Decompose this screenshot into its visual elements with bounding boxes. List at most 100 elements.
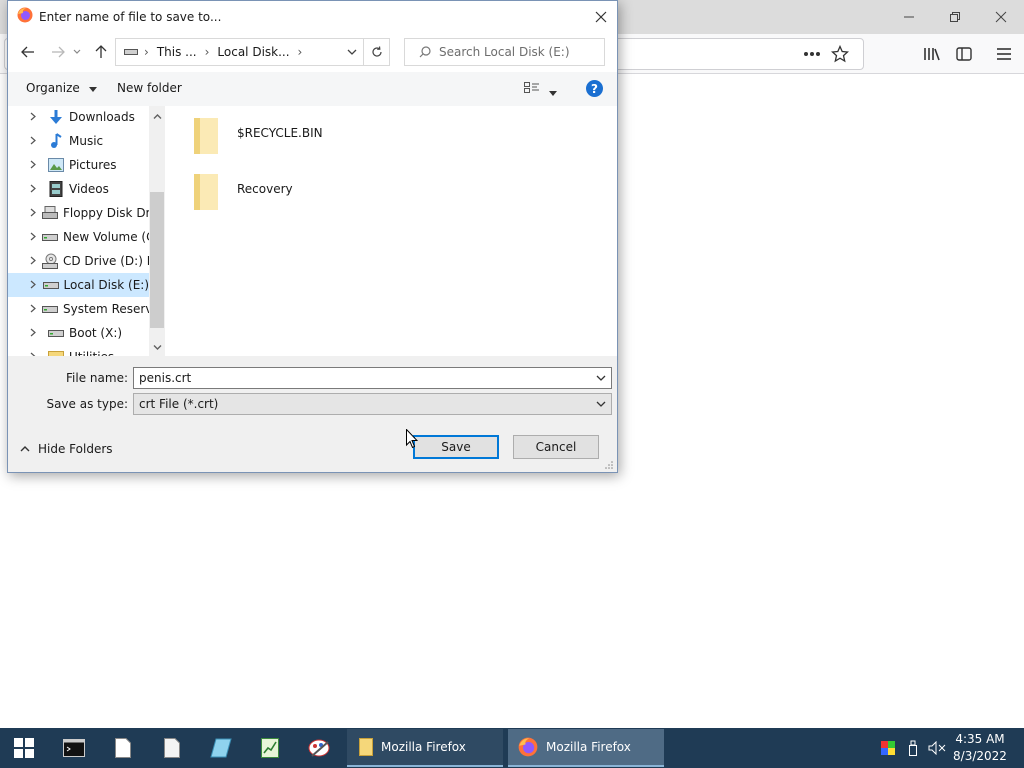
save-options: File name: penis.crt Save as type: crt F… <box>8 356 617 472</box>
usb-tray-icon[interactable] <box>903 728 923 768</box>
expand-chevron-icon[interactable] <box>30 327 42 340</box>
tree-item[interactable]: CD Drive (D:) H <box>8 249 149 273</box>
expand-chevron-icon[interactable] <box>30 159 42 172</box>
breadcrumb-local-disk[interactable]: Local Disk... <box>217 45 289 59</box>
pictures-icon <box>48 157 64 173</box>
breadcrumb-this-pc[interactable]: This ... <box>157 45 197 59</box>
folder-icon <box>48 349 64 356</box>
scroll-up-icon[interactable] <box>149 108 165 124</box>
file-item[interactable]: Recovery <box>190 172 293 220</box>
expand-chevron-icon[interactable] <box>30 111 42 124</box>
view-options-chevron-icon[interactable] <box>549 85 557 99</box>
file-name-value: penis.crt <box>139 371 192 385</box>
tree-item[interactable]: Music <box>8 129 149 153</box>
expand-chevron-icon[interactable] <box>30 135 42 148</box>
taskbar-clock[interactable]: 4:35 AM 8/3/2022 <box>950 731 1010 765</box>
forward-arrow-icon[interactable] <box>48 42 68 62</box>
expand-chevron-icon[interactable] <box>30 255 36 268</box>
document-icon[interactable] <box>99 728 147 768</box>
file-list: $RECYCLE.BIN Recovery <box>165 106 617 356</box>
expand-chevron-icon[interactable] <box>30 303 36 316</box>
resize-grip-icon[interactable] <box>605 460 614 469</box>
address-row: › This ... › Local Disk... › Search Loca… <box>8 32 617 72</box>
search-input[interactable]: Search Local Disk (E:) <box>404 38 605 66</box>
volume-muted-icon[interactable] <box>926 728 948 768</box>
paint-icon[interactable] <box>295 728 343 768</box>
change-view-button[interactable] <box>524 82 540 97</box>
chevron-down-icon <box>88 81 97 95</box>
up-arrow-icon[interactable] <box>91 42 111 62</box>
dialog-title: Enter name of file to save to... <box>39 9 222 24</box>
tree-item-label: Pictures <box>69 158 117 172</box>
drive-icon <box>42 229 58 245</box>
breadcrumb-separator-icon: › <box>204 45 210 59</box>
tree-item[interactable]: Floppy Disk Dri <box>8 201 149 225</box>
cancel-button[interactable]: Cancel <box>513 435 599 459</box>
save-as-type-select[interactable]: crt File (*.crt) <box>133 393 612 415</box>
floppy-drive-icon <box>42 205 58 221</box>
folder-icon <box>190 172 222 215</box>
tree-item[interactable]: Pictures <box>8 153 149 177</box>
save-as-type-label: Save as type: <box>46 397 128 411</box>
tree-item[interactable]: System Reserve <box>8 297 149 321</box>
scroll-thumb[interactable] <box>150 192 164 328</box>
dialog-titlebar: Enter name of file to save to... <box>8 1 617 32</box>
music-icon <box>48 133 64 149</box>
scroll-down-icon[interactable] <box>149 339 165 355</box>
tree-item[interactable]: Utilities <box>8 345 149 356</box>
tree-item[interactable]: Downloads <box>8 106 149 129</box>
file-name-input[interactable]: penis.crt <box>133 367 612 389</box>
clock-date: 8/3/2022 <box>953 749 1007 763</box>
document-icon[interactable] <box>148 728 196 768</box>
close-icon[interactable] <box>585 1 617 32</box>
tree-item[interactable]: New Volume (C <box>8 225 149 249</box>
notepad-icon[interactable] <box>197 728 245 768</box>
tree-item[interactable]: Boot (X:) <box>8 321 149 345</box>
nav-scrollbar[interactable] <box>149 106 165 356</box>
minimize-icon[interactable] <box>886 4 932 30</box>
save-file-dialog: Enter name of file to save to... › This … <box>7 0 618 473</box>
save-button[interactable]: Save <box>413 435 499 459</box>
tree-item-label: System Reserve <box>63 302 149 316</box>
library-icon[interactable] <box>918 41 946 67</box>
bookmark-star-icon[interactable] <box>826 41 854 67</box>
chevron-down-icon[interactable] <box>594 371 608 385</box>
expand-chevron-icon[interactable] <box>30 279 37 292</box>
file-item[interactable]: $RECYCLE.BIN <box>190 116 323 164</box>
help-icon[interactable]: ? <box>586 80 603 97</box>
expand-chevron-icon[interactable] <box>30 207 36 220</box>
tree-item-label: CD Drive (D:) H <box>63 254 149 268</box>
tree-item[interactable]: Videos <box>8 177 149 201</box>
command-prompt-icon[interactable] <box>50 728 98 768</box>
taskbar-window-label: Mozilla Firefox <box>381 740 466 754</box>
new-folder-button[interactable]: New folder <box>117 81 182 95</box>
sidebar-icon[interactable] <box>950 41 978 67</box>
spreadsheet-icon[interactable] <box>246 728 294 768</box>
refresh-icon[interactable] <box>363 38 390 66</box>
start-windows-icon[interactable] <box>0 728 48 768</box>
expand-chevron-icon[interactable] <box>30 231 36 244</box>
page-actions-icon[interactable] <box>798 41 826 67</box>
tree-item-label: Floppy Disk Dri <box>63 206 149 220</box>
clock-time: 4:35 AM <box>955 732 1005 746</box>
search-placeholder: Search Local Disk (E:) <box>439 45 570 59</box>
organize-button[interactable]: Organize <box>26 81 97 95</box>
expand-chevron-icon[interactable] <box>30 183 42 196</box>
menu-icon[interactable] <box>990 41 1018 67</box>
back-arrow-icon[interactable] <box>18 42 38 62</box>
hide-folders-button[interactable]: Hide Folders <box>20 442 113 456</box>
firefox-icon <box>518 737 538 757</box>
color-app-tray-icon[interactable] <box>878 728 898 768</box>
restore-icon[interactable] <box>932 4 978 30</box>
close-icon[interactable] <box>978 4 1024 30</box>
tree-item-label: Downloads <box>69 110 135 124</box>
address-dropdown-icon[interactable] <box>347 49 357 55</box>
breadcrumb[interactable]: › This ... › Local Disk... › <box>115 38 364 66</box>
file-item-name: Recovery <box>237 182 293 196</box>
tree-item-label: Boot (X:) <box>69 326 123 340</box>
tree-item[interactable]: Local Disk (E:) <box>8 273 149 297</box>
recent-locations-chevron-icon[interactable] <box>71 42 83 62</box>
folder-icon <box>359 738 373 756</box>
taskbar-window-explorer[interactable]: Mozilla Firefox <box>347 729 503 767</box>
taskbar-window-firefox[interactable]: Mozilla Firefox <box>508 729 664 767</box>
